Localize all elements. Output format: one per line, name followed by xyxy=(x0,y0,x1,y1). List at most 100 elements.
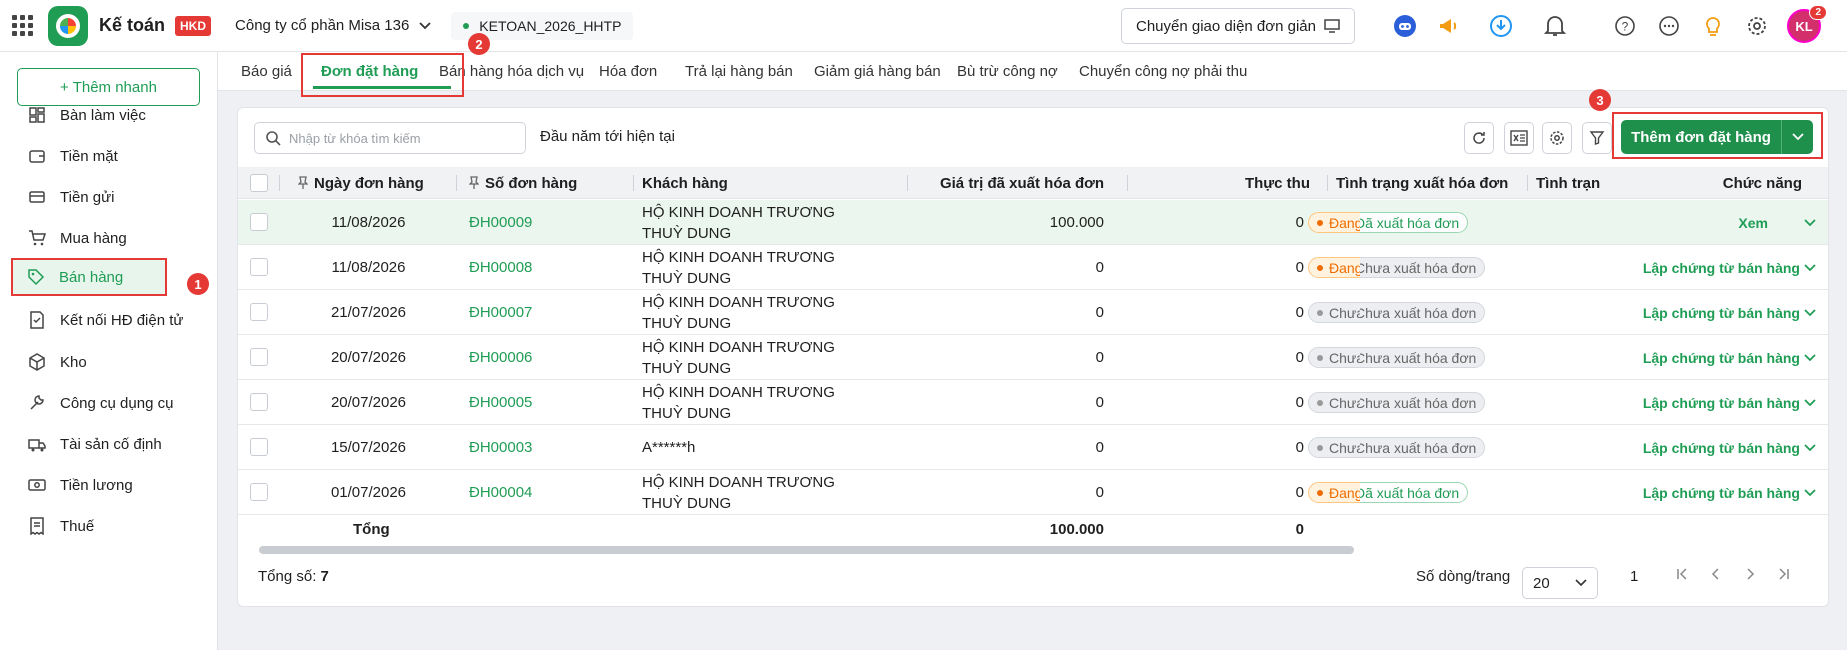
column-invoice-status[interactable]: Tình trạng xuất hóa đơn xyxy=(1328,167,1528,199)
column-status[interactable]: Tình trạn xyxy=(1528,167,1600,199)
prev-page-icon[interactable] xyxy=(1710,568,1722,580)
column-settings-button[interactable] xyxy=(1542,122,1572,154)
cell-action[interactable]: Xem xyxy=(1600,200,1768,245)
row-menu-chevron[interactable] xyxy=(1804,470,1816,515)
sidebar-item-2[interactable]: Tiền gửi xyxy=(14,176,194,218)
sidebar-item-8[interactable]: Tài sản cố định xyxy=(14,423,194,465)
cell-order-number[interactable]: ĐH00005 xyxy=(469,380,532,425)
user-avatar[interactable]: KL 2 xyxy=(1787,5,1827,43)
row-menu-chevron[interactable] xyxy=(1804,200,1816,245)
cell-status: Đang xyxy=(1308,200,1360,245)
money-icon xyxy=(28,479,46,491)
sidebar-item-1[interactable]: Tiền mặt xyxy=(14,135,194,177)
row-menu-chevron[interactable] xyxy=(1804,425,1816,470)
table-row[interactable]: 20/07/2026 ĐH00006 HỘ KINH DOANH TRƯƠNG TH… xyxy=(238,335,1828,380)
export-excel-button[interactable] xyxy=(1504,122,1534,154)
sidebar-item-10[interactable]: Thuế xyxy=(14,505,194,547)
cell-order-number[interactable]: ĐH00003 xyxy=(469,425,532,470)
row-checkbox[interactable] xyxy=(250,438,268,456)
switch-ui-button[interactable]: Chuyển giao diện đơn giản xyxy=(1121,8,1355,44)
total-count: Tổng số: 7 xyxy=(258,568,329,585)
chevron-down-icon xyxy=(1575,579,1587,587)
column-invoiced[interactable]: Giá trị đã xuất hóa đơn xyxy=(908,167,1128,199)
callout-2: 2 xyxy=(468,33,490,55)
cell-order-number[interactable]: ĐH00009 xyxy=(469,200,532,245)
tab-6[interactable]: Bù trừ công nợ xyxy=(957,52,1058,91)
truck-icon xyxy=(28,439,46,452)
sidebar-item-4[interactable]: Bán hàng xyxy=(11,258,167,296)
sidebar-item-5[interactable]: Kết nối HĐ điện tử xyxy=(14,299,194,341)
cell-action[interactable]: Lập chứng từ bán hàng xyxy=(1600,290,1800,335)
table-row[interactable]: 21/07/2026 ĐH00007 HỘ KINH DOANH TRƯƠNG TH… xyxy=(238,290,1828,335)
row-checkbox[interactable] xyxy=(250,213,268,231)
cell-order-number[interactable]: ĐH00004 xyxy=(469,470,532,515)
tab-3[interactable]: Hóa đơn xyxy=(599,52,657,91)
rows-per-page-select[interactable]: 20 xyxy=(1522,567,1598,599)
settings-icon[interactable] xyxy=(1744,13,1770,39)
callout-3: 3 xyxy=(1589,89,1611,111)
column-collected[interactable]: Thực thu xyxy=(1128,167,1328,199)
row-menu-chevron[interactable] xyxy=(1804,335,1816,380)
cell-order-number[interactable]: ĐH00007 xyxy=(469,290,532,335)
chevron-down-icon xyxy=(419,21,431,29)
row-checkbox[interactable] xyxy=(250,303,268,321)
row-checkbox[interactable] xyxy=(250,258,268,276)
tab-4[interactable]: Trả lại hàng bán xyxy=(685,52,793,91)
bell-icon[interactable] xyxy=(1542,13,1568,39)
cell-invoiced: 0 xyxy=(1095,259,1104,276)
row-checkbox[interactable] xyxy=(250,483,268,501)
table-row[interactable]: 11/08/2026 ĐH00009 HỘ KINH DOANH TRƯƠNG TH… xyxy=(238,200,1828,245)
megaphone-icon[interactable] xyxy=(1436,13,1462,39)
table-row[interactable]: 20/07/2026 ĐH00005 HỘ KINH DOANH TRƯƠNG TH… xyxy=(238,380,1828,425)
tab-5[interactable]: Giảm giá hàng bán xyxy=(814,52,941,91)
column-status-label: Tình trạn xyxy=(1536,174,1600,192)
more-icon[interactable] xyxy=(1656,13,1682,39)
cell-action[interactable]: Lập chứng từ bán hàng xyxy=(1600,425,1800,470)
table-row[interactable]: 11/08/2026 ĐH00008 HỘ KINH DOANH TRƯƠNG TH… xyxy=(238,245,1828,290)
app-name: Kế toán xyxy=(99,15,166,35)
callout-1: 1 xyxy=(187,273,209,295)
row-menu-chevron[interactable] xyxy=(1804,290,1816,335)
column-number[interactable]: Số đơn hàng xyxy=(457,167,634,199)
table-row[interactable]: 01/07/2026 ĐH00004 HỘ KINH DOANH TRƯƠNG TH… xyxy=(238,470,1828,515)
cell-order-number[interactable]: ĐH00008 xyxy=(469,245,532,290)
cell-status: Chưa xyxy=(1308,290,1360,335)
cell-action[interactable]: Lập chứng từ bán hàng xyxy=(1600,335,1800,380)
refresh-button[interactable] xyxy=(1464,122,1494,154)
row-checkbox[interactable] xyxy=(250,348,268,366)
company-selector[interactable]: Công ty cổ phần Misa 136 xyxy=(235,17,431,34)
switch-ui-label: Chuyển giao diện đơn giản xyxy=(1136,17,1316,35)
robot-icon[interactable] xyxy=(1392,13,1418,39)
column-customer[interactable]: Khách hàng xyxy=(634,167,908,199)
cell-action[interactable]: Lập chứng từ bán hàng xyxy=(1600,380,1800,425)
cell-action[interactable]: Lập chứng từ bán hàng xyxy=(1600,470,1800,515)
sidebar-item-9[interactable]: Tiền lương xyxy=(14,464,194,506)
tab-7[interactable]: Chuyển công nợ phải thu xyxy=(1079,52,1247,91)
row-menu-chevron[interactable] xyxy=(1804,380,1816,425)
cell-action[interactable]: Lập chứng từ bán hàng xyxy=(1600,245,1800,290)
download-icon[interactable] xyxy=(1488,13,1514,39)
table-row[interactable]: 15/07/2026 ĐH00003 A******h 0 0 Chưa xuất hóa… xyxy=(238,425,1828,470)
sidebar-item-6[interactable]: Kho xyxy=(14,341,194,383)
lightbulb-icon[interactable] xyxy=(1700,13,1726,39)
last-page-icon[interactable] xyxy=(1778,568,1790,580)
filter-button[interactable] xyxy=(1582,122,1612,154)
tab-0[interactable]: Báo giá xyxy=(241,52,292,91)
help-icon[interactable]: ? xyxy=(1612,13,1638,39)
tools-icon xyxy=(30,395,44,410)
sidebar-item-3[interactable]: Mua hàng xyxy=(14,217,194,259)
first-page-icon[interactable] xyxy=(1676,568,1688,580)
filter-icon xyxy=(1589,131,1605,145)
period-filter[interactable]: Đầu năm tới hiện tại xyxy=(540,128,675,145)
search-input[interactable]: Nhập từ khóa tìm kiếm xyxy=(254,122,526,154)
column-invoiced-label: Giá trị đã xuất hóa đơn xyxy=(939,174,1104,192)
row-checkbox[interactable] xyxy=(250,393,268,411)
next-page-icon[interactable] xyxy=(1744,568,1756,580)
sidebar-item-7[interactable]: Công cụ dụng cụ xyxy=(14,382,194,424)
column-date[interactable]: Ngày đơn hàng xyxy=(280,167,457,199)
cell-order-number[interactable]: ĐH00006 xyxy=(469,335,532,380)
sidebar-item-0[interactable]: Bàn làm việc xyxy=(14,94,194,136)
row-menu-chevron[interactable] xyxy=(1804,245,1816,290)
horizontal-scrollbar[interactable] xyxy=(259,546,1354,554)
app-launcher-icon[interactable] xyxy=(12,15,34,37)
